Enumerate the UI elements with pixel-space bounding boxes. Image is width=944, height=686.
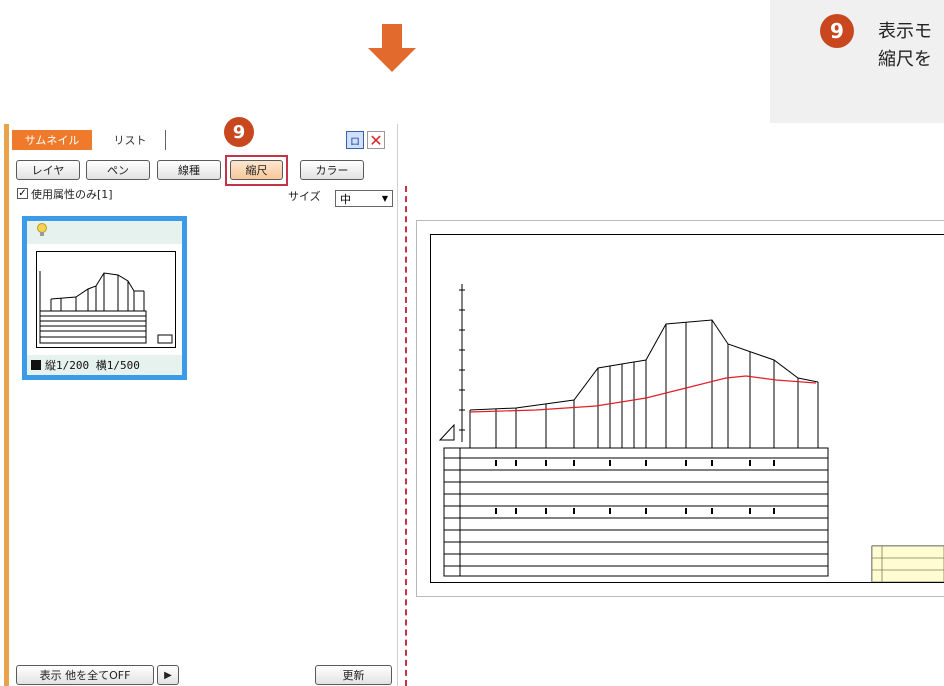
pin-icon: ロ bbox=[350, 136, 360, 148]
drawing-canvas bbox=[416, 220, 944, 597]
size-select[interactable]: 中 ▼ bbox=[335, 190, 393, 207]
close-icon: ✕ bbox=[369, 130, 383, 150]
color-button[interactable]: カラー bbox=[300, 160, 364, 180]
color-swatch bbox=[31, 360, 41, 370]
play-button[interactable]: ▶ bbox=[157, 665, 179, 685]
close-button[interactable]: ✕ bbox=[367, 130, 385, 150]
lightbulb-icon bbox=[37, 223, 47, 236]
layer-button[interactable]: レイヤ bbox=[16, 160, 80, 180]
thumbnail-caption: 縦1/200 横1/500 bbox=[45, 359, 140, 372]
thumbnail-caption-row: 縦1/200 横1/500 bbox=[27, 355, 182, 375]
thumbnail-panel bbox=[9, 124, 398, 686]
chevron-down-icon: ▼ bbox=[381, 194, 389, 203]
size-select-value: 中 bbox=[340, 192, 351, 206]
thumbnail-header bbox=[27, 221, 182, 244]
step-marker-badge: 9 bbox=[224, 117, 254, 147]
highlight-connector bbox=[405, 186, 407, 686]
play-icon: ▶ bbox=[164, 669, 172, 681]
used-attributes-label: 使用属性のみ[1] bbox=[31, 188, 113, 201]
used-attributes-checkbox[interactable]: ✓ bbox=[17, 188, 28, 199]
thumbnail-preview bbox=[36, 251, 176, 348]
show-others-off-button[interactable]: 表示 他を全てOFF bbox=[16, 665, 154, 685]
step-badge: 9 bbox=[820, 14, 854, 48]
scale-button[interactable]: 縮尺 bbox=[230, 160, 283, 180]
tab-thumbnail[interactable]: サムネイル bbox=[12, 130, 92, 150]
tab-list[interactable]: リスト bbox=[95, 130, 166, 150]
refresh-button[interactable]: 更新 bbox=[315, 665, 392, 685]
linetype-button[interactable]: 線種 bbox=[157, 160, 221, 180]
instruction-text: 表示モ 縮尺を bbox=[878, 21, 932, 70]
size-label: サイズ bbox=[288, 190, 321, 203]
pin-button[interactable]: ロ bbox=[346, 131, 364, 149]
pen-button[interactable]: ペン bbox=[86, 160, 150, 180]
down-arrow-icon bbox=[368, 24, 416, 72]
